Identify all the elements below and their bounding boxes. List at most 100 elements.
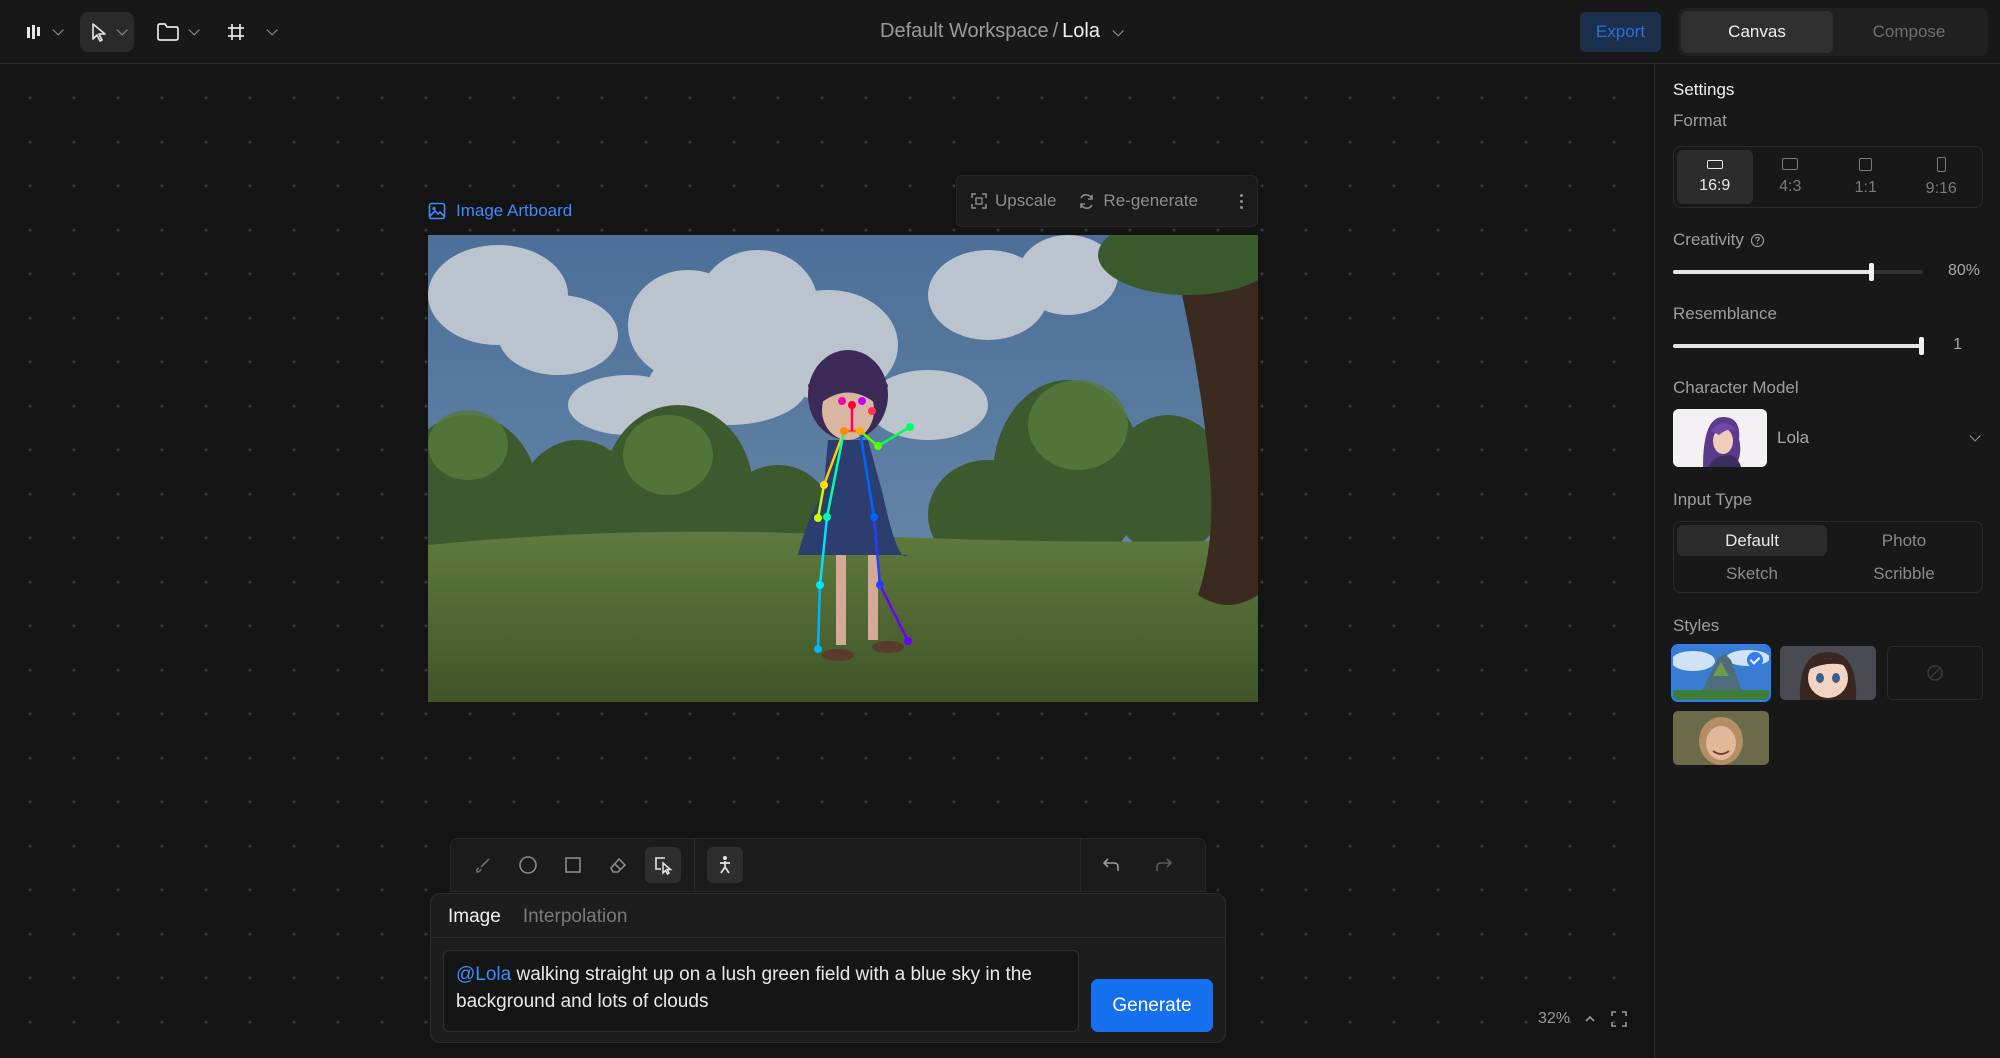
input-type-sketch[interactable]: Sketch	[1677, 558, 1827, 589]
upscale-button[interactable]: Upscale	[971, 191, 1056, 211]
format-9-16[interactable]: 9:16	[1904, 150, 1980, 204]
folder-button[interactable]	[148, 12, 204, 52]
select-tool-button[interactable]	[80, 12, 134, 52]
character-name: Lola	[1777, 428, 1810, 447]
logo-button[interactable]	[18, 12, 68, 52]
square-format-icon	[1859, 157, 1873, 171]
artboard-title[interactable]: Image Artboard	[428, 201, 572, 221]
style-fantasy-landscape[interactable]	[1671, 644, 1771, 702]
input-type-photo[interactable]: Photo	[1829, 525, 1979, 556]
resemblance-slider-fill	[1673, 344, 1923, 348]
cursor-icon	[92, 23, 106, 42]
zoom-level[interactable]: 32%	[1538, 1010, 1570, 1028]
creativity-slider-fill	[1673, 270, 1873, 274]
character-model-select[interactable]: Lola	[1673, 409, 1983, 467]
redo-icon	[1156, 858, 1173, 871]
square-icon	[565, 857, 581, 873]
frame-icon	[228, 24, 244, 40]
upscale-label: Upscale	[995, 191, 1057, 210]
pose-tool[interactable]	[707, 847, 743, 883]
chevron-down-icon	[266, 24, 278, 36]
chevron-down-icon	[1969, 430, 1981, 442]
fullscreen-icon[interactable]	[1610, 1010, 1628, 1028]
generate-button[interactable]: Generate	[1091, 979, 1213, 1032]
prompt-panel: Image Interpolation @Lola walking straig…	[430, 893, 1226, 1043]
chevron-up-icon[interactable]	[1584, 1014, 1596, 1024]
undo-icon	[1102, 858, 1119, 871]
creativity-slider[interactable]	[1673, 263, 1923, 281]
style-anime-portrait[interactable]	[1780, 646, 1876, 700]
tab-interpolation[interactable]: Interpolation	[523, 906, 628, 937]
regenerate-button[interactable]: Re-generate	[1078, 191, 1198, 211]
settings-panel: Settings Format 16:9 4:3 1:1 9:16 Creati…	[1654, 64, 2000, 1058]
prompt-input[interactable]: @Lola walking straight up on a lush gree…	[443, 950, 1079, 1032]
rectangle-tool[interactable]	[555, 847, 591, 883]
style-photo-portrait[interactable]	[1673, 711, 1769, 765]
eraser-tool[interactable]	[600, 847, 636, 883]
prompt-text: walking straight up on a lush green fiel…	[456, 964, 1032, 1012]
input-type-default[interactable]: Default	[1677, 525, 1827, 556]
format-label-9-16: 9:16	[1925, 179, 1957, 197]
refresh-icon	[1080, 193, 1094, 209]
no-style-icon	[1927, 665, 1943, 681]
zoom-controls: 32%	[1538, 1010, 1628, 1028]
ellipse-tool[interactable]	[510, 847, 546, 883]
input-type-selector: Default Photo Sketch Scribble	[1673, 521, 1983, 593]
more-options-icon[interactable]	[1240, 193, 1243, 209]
landscape-wide-icon	[1706, 159, 1723, 169]
format-4-3[interactable]: 4:3	[1753, 150, 1829, 204]
format-label: Format	[1673, 111, 1727, 130]
chevron-down-icon[interactable]	[1112, 20, 1124, 43]
breadcrumb-workspace[interactable]: Default Workspace	[880, 20, 1049, 42]
format-1-1[interactable]: 1:1	[1828, 150, 1904, 204]
history-controls	[1080, 838, 1191, 892]
creativity-header: Creativity	[1673, 230, 1765, 250]
logo-menu[interactable]	[18, 12, 68, 52]
select-region-tool[interactable]	[645, 847, 681, 883]
logo-icon	[27, 25, 40, 39]
anime-scene-illustration	[428, 235, 1258, 702]
resemblance-label: Resemblance	[1673, 304, 1777, 323]
format-label-1-1: 1:1	[1854, 178, 1877, 196]
circle-icon	[519, 856, 537, 874]
brush-tool[interactable]	[465, 847, 501, 883]
frame-tool-button[interactable]	[218, 12, 282, 52]
artboard-label: Image Artboard	[456, 201, 573, 220]
format-16-9[interactable]: 16:9	[1677, 150, 1753, 204]
help-icon[interactable]	[1750, 233, 1765, 248]
tab-canvas[interactable]: Canvas	[1681, 11, 1833, 53]
breadcrumb-current[interactable]: Lola	[1062, 20, 1100, 42]
character-avatar	[1673, 409, 1767, 467]
breadcrumb-separator: /	[1052, 20, 1059, 42]
character-model-label: Character Model	[1673, 378, 1799, 397]
styles-label: Styles	[1673, 616, 1720, 635]
style-none[interactable]	[1887, 646, 1983, 700]
chevron-down-icon	[52, 24, 64, 36]
view-switcher: Canvas Compose	[1678, 8, 1988, 56]
creativity-slider-handle[interactable]	[1869, 263, 1874, 281]
settings-title: Settings	[1673, 80, 1735, 99]
creativity-value: 80%	[1947, 262, 1980, 279]
artboard-toolbar: Upscale Re-generate	[956, 175, 1258, 227]
input-type-scribble[interactable]: Scribble	[1829, 558, 1979, 589]
format-label-16-9: 16:9	[1699, 176, 1731, 194]
brush-icon	[475, 858, 490, 873]
app-window: Default Workspace / Lola Export Canvas Com…	[0, 0, 2000, 1058]
chevron-down-icon	[116, 24, 128, 36]
character-mention[interactable]: @Lola	[456, 964, 511, 985]
tab-image[interactable]: Image	[448, 906, 501, 937]
redo-button[interactable]	[1146, 847, 1182, 883]
input-type-label: Input Type	[1673, 490, 1753, 509]
tab-compose[interactable]: Compose	[1833, 11, 1985, 53]
export-button[interactable]: Export	[1580, 12, 1661, 52]
resemblance-slider[interactable]	[1673, 337, 1924, 355]
landscape-icon	[1782, 158, 1799, 170]
creativity-label: Creativity	[1673, 230, 1744, 249]
prompt-tabs: Image Interpolation	[431, 894, 1225, 938]
generated-image[interactable]	[428, 235, 1258, 702]
person-pose-icon	[720, 856, 730, 874]
portrait-icon	[1936, 156, 1946, 172]
undo-button[interactable]	[1093, 847, 1129, 883]
regenerate-label: Re-generate	[1103, 191, 1198, 210]
resemblance-slider-handle[interactable]	[1919, 337, 1924, 355]
